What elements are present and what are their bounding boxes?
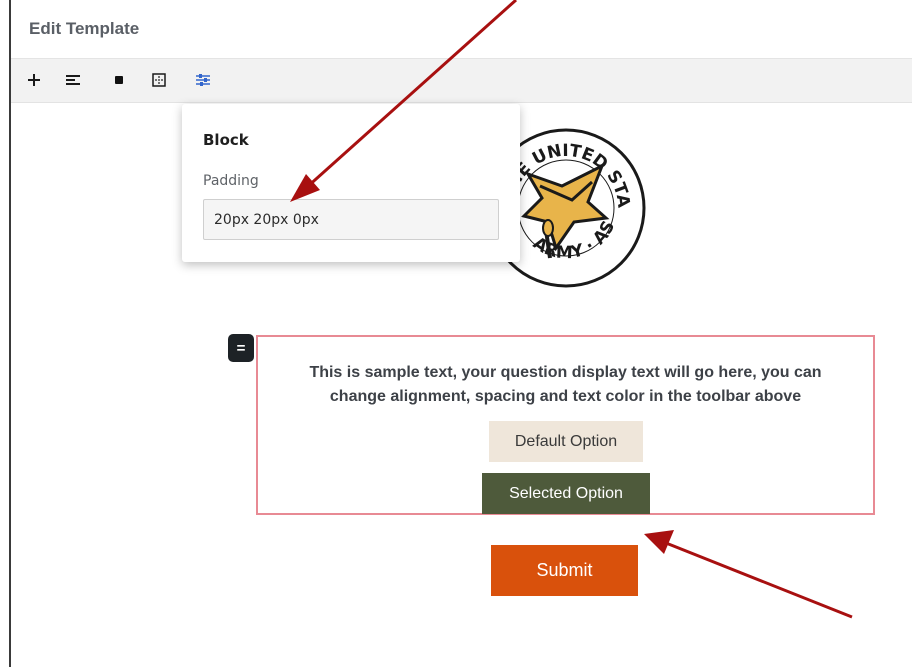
- default-option-button[interactable]: Default Option: [489, 421, 643, 462]
- submit-button[interactable]: Submit: [491, 545, 638, 596]
- army-seal-icon: THE UNITED STATES ARMY · ASS: [478, 111, 648, 294]
- spacing-button[interactable]: [145, 66, 173, 94]
- question-text-line-1: This is sample text, your question displ…: [309, 364, 822, 381]
- padding-label: Padding: [203, 173, 259, 189]
- square-icon: [114, 75, 124, 85]
- add-block-button[interactable]: [20, 66, 48, 94]
- drag-handle[interactable]: =: [228, 334, 254, 362]
- selected-option-button[interactable]: Selected Option: [482, 473, 650, 514]
- title-bar: Edit Template: [11, 0, 912, 59]
- align-left-icon: [65, 74, 81, 86]
- editor-toolbar: [11, 59, 912, 103]
- sliders-icon: [195, 73, 211, 87]
- question-block[interactable]: This is sample text, your question displ…: [256, 335, 875, 515]
- grid-icon: [152, 73, 166, 87]
- color-button[interactable]: [105, 66, 133, 94]
- plus-icon: [27, 73, 41, 87]
- popover-title: Block: [203, 131, 249, 149]
- align-button[interactable]: [59, 66, 87, 94]
- question-text: This is sample text, your question displ…: [258, 361, 873, 409]
- question-text-line-2: change alignment, spacing and text color…: [329, 388, 802, 405]
- padding-input[interactable]: [203, 199, 499, 240]
- page-title: Edit Template: [29, 19, 140, 38]
- block-settings-button[interactable]: [189, 66, 217, 94]
- block-settings-popover: Block Padding: [182, 104, 520, 262]
